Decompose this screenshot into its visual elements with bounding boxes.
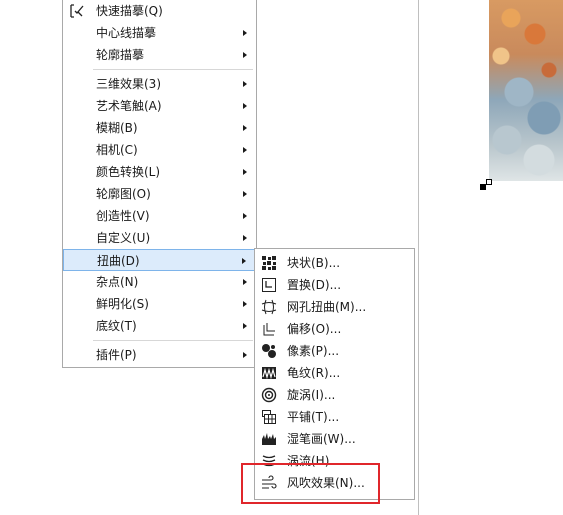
submenu-arrow-icon	[242, 258, 246, 264]
tile-icon	[261, 409, 277, 425]
menu-item-label: 扭曲(D)	[97, 254, 140, 268]
selection-handle[interactable]	[486, 179, 492, 185]
menu-item-custom[interactable]: 自定义(U)	[63, 227, 256, 249]
menu-item-label: 偏移(O)...	[287, 322, 342, 336]
menu-item-label: 快速描摹(Q)	[96, 4, 163, 18]
menu-item-camera[interactable]: 相机(C)	[63, 139, 256, 161]
submenu-arrow-icon	[243, 235, 247, 241]
menu-item-displace[interactable]: 置换(D)...	[255, 274, 414, 296]
submenu-arrow-icon	[243, 125, 247, 131]
menu-separator	[93, 69, 253, 70]
menu-item-art-strokes[interactable]: 艺术笔触(A)	[63, 95, 256, 117]
menu-item-3d-effects[interactable]: 三维效果(3)	[63, 73, 256, 95]
menu-item-label: 龟纹(R)...	[287, 366, 341, 380]
menu-item-noise[interactable]: 杂点(N)	[63, 271, 256, 293]
menu-item-label: 自定义(U)	[96, 231, 151, 245]
menu-item-centerline-trace[interactable]: 中心线描摹	[63, 22, 256, 44]
submenu-arrow-icon	[243, 81, 247, 87]
menu-item-label: 湿笔画(W)...	[287, 432, 356, 446]
menu-item-texture[interactable]: 底纹(T)	[63, 315, 256, 337]
submenu-arrow-icon	[243, 169, 247, 175]
submenu-arrow-icon	[243, 52, 247, 58]
annotation-highlight-box	[241, 463, 380, 504]
menu-item-outline-trace[interactable]: 轮廓描摹	[63, 44, 256, 66]
swirl-icon	[261, 387, 277, 403]
menu-item-mesh-warp[interactable]: 网孔扭曲(M)...	[255, 296, 414, 318]
canvas-image[interactable]	[489, 0, 563, 181]
menu-item-plugins[interactable]: 插件(P)	[63, 344, 256, 366]
blocks-icon	[261, 255, 277, 271]
selection-handle[interactable]	[480, 184, 486, 190]
menu-item-creative[interactable]: 创造性(V)	[63, 205, 256, 227]
submenu-arrow-icon	[243, 213, 247, 219]
menu-separator	[93, 340, 253, 341]
menu-item-pixelate[interactable]: 像素(P)...	[255, 340, 414, 362]
mesh-warp-icon	[261, 299, 277, 315]
menu-item-label: 杂点(N)	[96, 275, 139, 289]
menu-item-sharpen[interactable]: 鲜明化(S)	[63, 293, 256, 315]
displace-icon	[261, 277, 277, 293]
pixelate-icon	[261, 343, 277, 359]
submenu-arrow-icon	[243, 147, 247, 153]
menu-item-label: 三维效果(3)	[96, 77, 161, 91]
menu-item-label: 鲜明化(S)	[96, 297, 149, 311]
menu-item-tile[interactable]: 平铺(T)...	[255, 406, 414, 428]
menu-item-ripple[interactable]: 龟纹(R)...	[255, 362, 414, 384]
canvas-divider	[418, 0, 419, 515]
menu-item-label: 艺术笔触(A)	[96, 99, 162, 113]
menu-item-label: 轮廓图(O)	[96, 187, 151, 201]
menu-item-wet-paint[interactable]: 湿笔画(W)...	[255, 428, 414, 450]
menu-item-distort[interactable]: 扭曲(D)	[63, 249, 256, 271]
menu-item-color-transform[interactable]: 颜色转换(L)	[63, 161, 256, 183]
menu-item-label: 轮廓描摹	[96, 48, 145, 62]
submenu-arrow-icon	[243, 323, 247, 329]
menu-item-label: 颜色转换(L)	[96, 165, 161, 179]
bitmaps-menu: 快速描摹(Q) 中心线描摹 轮廓描摹 三维效果(3) 艺术笔触(A) 模糊(B)…	[62, 0, 257, 368]
menu-item-label: 像素(P)...	[287, 344, 340, 358]
ripple-icon	[261, 365, 277, 381]
menu-item-label: 网孔扭曲(M)...	[287, 300, 367, 314]
submenu-arrow-icon	[243, 352, 247, 358]
menu-item-offset[interactable]: 偏移(O)...	[255, 318, 414, 340]
wet-paint-icon	[261, 431, 277, 447]
menu-item-swirl[interactable]: 旋涡(I)...	[255, 384, 414, 406]
menu-item-quick-trace[interactable]: 快速描摹(Q)	[63, 0, 256, 22]
submenu-arrow-icon	[243, 30, 247, 36]
quick-trace-icon	[69, 3, 85, 19]
menu-item-label: 插件(P)	[96, 348, 137, 362]
offset-icon	[261, 321, 277, 337]
menu-item-contour[interactable]: 轮廓图(O)	[63, 183, 256, 205]
menu-item-label: 块状(B)...	[287, 256, 341, 270]
submenu-arrow-icon	[243, 301, 247, 307]
menu-item-blur[interactable]: 模糊(B)	[63, 117, 256, 139]
menu-item-label: 相机(C)	[96, 143, 138, 157]
menu-item-blocks[interactable]: 块状(B)...	[255, 252, 414, 274]
menu-item-label: 底纹(T)	[96, 319, 137, 333]
menu-item-label: 平铺(T)...	[287, 410, 340, 424]
menu-item-label: 中心线描摹	[96, 26, 157, 40]
menu-item-label: 置换(D)...	[287, 278, 342, 292]
menu-item-label: 旋涡(I)...	[287, 388, 336, 402]
menu-item-label: 创造性(V)	[96, 209, 150, 223]
submenu-arrow-icon	[243, 191, 247, 197]
submenu-arrow-icon	[243, 279, 247, 285]
submenu-arrow-icon	[243, 103, 247, 109]
menu-item-label: 模糊(B)	[96, 121, 138, 135]
